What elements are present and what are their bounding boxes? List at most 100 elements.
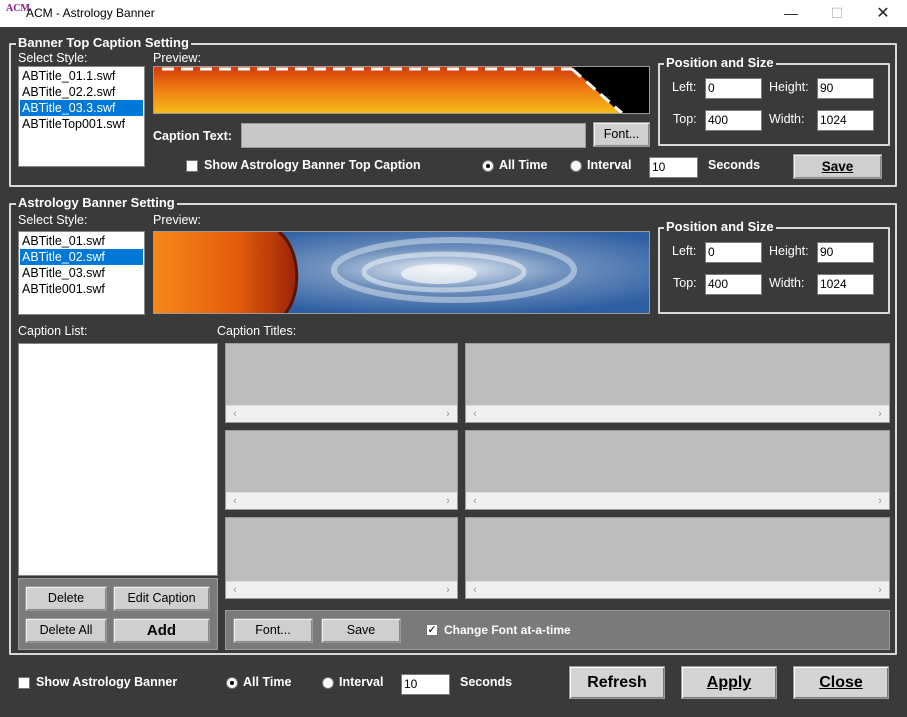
list-item[interactable]: ABTitle_02.swf — [20, 249, 143, 265]
top-interval-radio[interactable] — [570, 160, 582, 172]
list-item[interactable]: ABTitle_01.1.swf — [20, 68, 143, 84]
top-left-label: Left: — [672, 80, 697, 94]
footer-interval-radio[interactable] — [322, 677, 334, 689]
top-seconds-label: Seconds — [708, 158, 761, 172]
caption-title-grid-3[interactable]: ‹ › — [225, 430, 458, 510]
title-bar: ACM ACM - Astrology Banner — ☐ ✕ — [0, 0, 907, 27]
list-item[interactable]: ABTitle_03.swf — [20, 265, 143, 281]
top-caption-preview — [153, 66, 650, 114]
horizontal-scrollbar[interactable]: ‹ › — [226, 581, 457, 598]
scroll-left-icon[interactable]: ‹ — [468, 493, 482, 509]
caption-list-label: Caption List: — [18, 324, 88, 338]
change-font-checkbox[interactable]: ✓ — [426, 624, 438, 636]
edit-caption-button[interactable]: Edit Caption — [113, 586, 210, 611]
caption-text-input[interactable] — [241, 123, 586, 148]
banner-height-label: Height: — [769, 244, 809, 258]
caption-font-button[interactable]: Font... — [233, 618, 313, 643]
top-caption-group-title: Banner Top Caption Setting — [16, 35, 191, 50]
change-font-label: Change Font at-a-time — [444, 623, 571, 637]
top-font-button[interactable]: Font... — [593, 122, 650, 147]
footer-all-time-label: All Time — [243, 675, 292, 689]
list-item[interactable]: ABTitle_02.2.swf — [20, 84, 143, 100]
top-caption-preview-image — [154, 67, 623, 113]
banner-preview-image — [154, 232, 649, 313]
caption-title-grid-5[interactable]: ‹ › — [225, 517, 458, 599]
top-interval-input[interactable]: 10 — [649, 157, 698, 178]
top-height-label: Height: — [769, 80, 809, 94]
horizontal-scrollbar[interactable]: ‹ › — [226, 405, 457, 422]
horizontal-scrollbar[interactable]: ‹ › — [466, 492, 889, 509]
footer-interval-input[interactable]: 10 — [401, 674, 450, 695]
horizontal-scrollbar[interactable]: ‹ › — [466, 581, 889, 598]
top-select-style-label: Select Style: — [18, 51, 88, 65]
horizontal-scrollbar[interactable]: ‹ › — [226, 492, 457, 509]
scroll-left-icon[interactable]: ‹ — [228, 582, 242, 598]
app-icon: ACM — [6, 3, 30, 14]
banner-preview-label: Preview: — [153, 213, 201, 227]
banner-group-title: Astrology Banner Setting — [16, 195, 177, 210]
caption-title-grid-6[interactable]: ‹ › — [465, 517, 890, 599]
close-button[interactable]: Close — [793, 666, 889, 699]
banner-left-input[interactable]: 0 — [705, 242, 762, 263]
top-all-time-label: All Time — [499, 158, 548, 172]
show-banner-label: Show Astrology Banner — [36, 675, 178, 689]
top-style-list[interactable]: ABTitle_01.1.swf ABTitle_02.2.swf ABTitl… — [18, 66, 145, 167]
banner-top-input[interactable]: 400 — [705, 274, 762, 295]
top-position-group — [658, 63, 890, 146]
caption-titles-label: Caption Titles: — [217, 324, 297, 338]
top-save-button[interactable]: Save — [793, 154, 882, 179]
list-item[interactable]: ABTitleTop001.swf — [20, 116, 143, 132]
banner-height-input[interactable]: 90 — [817, 242, 874, 263]
scroll-left-icon[interactable]: ‹ — [228, 493, 242, 509]
horizontal-scrollbar[interactable]: ‹ › — [466, 405, 889, 422]
top-position-group-title: Position and Size — [664, 55, 776, 70]
top-interval-label: Interval — [587, 158, 632, 172]
top-width-input[interactable]: 1024 — [817, 110, 874, 131]
refresh-button[interactable]: Refresh — [569, 666, 665, 699]
top-top-input[interactable]: 400 — [705, 110, 762, 131]
banner-left-label: Left: — [672, 244, 697, 258]
scroll-right-icon[interactable]: › — [441, 493, 455, 509]
add-button[interactable]: Add — [113, 618, 210, 643]
banner-width-input[interactable]: 1024 — [817, 274, 874, 295]
top-preview-label: Preview: — [153, 51, 201, 65]
delete-button[interactable]: Delete — [25, 586, 107, 611]
caption-list[interactable] — [18, 343, 218, 576]
delete-all-button[interactable]: Delete All — [25, 618, 107, 643]
caption-text-label: Caption Text: — [153, 129, 232, 143]
footer-all-time-radio[interactable] — [226, 677, 238, 689]
show-top-caption-checkbox[interactable] — [186, 160, 198, 172]
close-window-button[interactable]: ✕ — [860, 0, 906, 27]
footer-seconds-label: Seconds — [460, 675, 513, 689]
caption-save-button[interactable]: Save — [321, 618, 401, 643]
scroll-right-icon[interactable]: › — [441, 406, 455, 422]
caption-title-grid-2[interactable]: ‹ › — [465, 343, 890, 423]
scroll-right-icon[interactable]: › — [441, 582, 455, 598]
scroll-left-icon[interactable]: ‹ — [468, 406, 482, 422]
scroll-left-icon[interactable]: ‹ — [468, 582, 482, 598]
scroll-right-icon[interactable]: › — [873, 582, 887, 598]
caption-title-grid-1[interactable]: ‹ › — [225, 343, 458, 423]
list-item[interactable]: ABTitle001.swf — [20, 281, 143, 297]
top-height-input[interactable]: 90 — [817, 78, 874, 99]
scroll-right-icon[interactable]: › — [873, 493, 887, 509]
top-all-time-radio[interactable] — [482, 160, 494, 172]
caption-title-grid-4[interactable]: ‹ › — [465, 430, 890, 510]
scroll-right-icon[interactable]: › — [873, 406, 887, 422]
banner-style-list[interactable]: ABTitle_01.swf ABTitle_02.swf ABTitle_03… — [18, 231, 145, 315]
minimize-button[interactable]: — — [768, 0, 814, 27]
scroll-left-icon[interactable]: ‹ — [228, 406, 242, 422]
banner-position-group-title: Position and Size — [664, 219, 776, 234]
maximize-button[interactable]: ☐ — [814, 0, 860, 27]
banner-preview — [153, 231, 650, 314]
top-width-label: Width: — [769, 112, 805, 126]
top-left-input[interactable]: 0 — [705, 78, 762, 99]
window-title: ACM - Astrology Banner — [26, 6, 155, 20]
apply-button[interactable]: Apply — [681, 666, 777, 699]
list-item[interactable]: ABTitle_03.3.swf — [20, 100, 143, 116]
banner-top-label: Top: — [673, 276, 697, 290]
show-banner-checkbox[interactable] — [18, 677, 30, 689]
banner-select-style-label: Select Style: — [18, 213, 88, 227]
top-top-label: Top: — [673, 112, 697, 126]
list-item[interactable]: ABTitle_01.swf — [20, 233, 143, 249]
